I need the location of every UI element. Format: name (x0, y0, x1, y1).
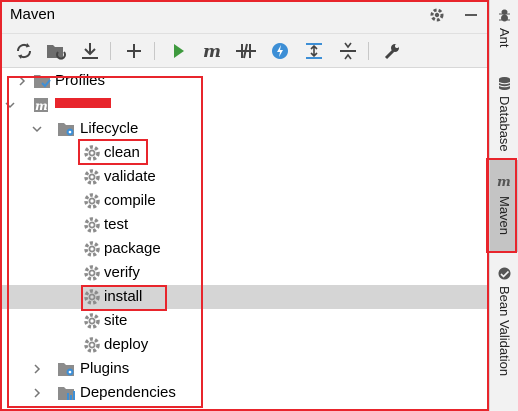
gear-icon (84, 265, 100, 281)
side-tab-label: Database (497, 96, 512, 152)
tree-label-plugins: Plugins (80, 360, 130, 377)
phase-label: site (104, 312, 128, 329)
tool-window-header: Maven (0, 0, 489, 34)
dependencies-folder-icon (58, 387, 75, 400)
phase-install[interactable]: install (0, 285, 489, 309)
toggle-offline-icon[interactable] (234, 40, 258, 62)
gear-icon[interactable] (426, 6, 448, 28)
phase-package[interactable]: package (0, 237, 489, 261)
gear-icon (84, 241, 100, 257)
add-icon[interactable] (122, 40, 146, 62)
phase-label: verify (104, 264, 140, 281)
tree-label-dependencies: Dependencies (80, 384, 176, 401)
lifecycle-folder-icon (58, 123, 74, 136)
run-icon[interactable] (166, 40, 190, 62)
tree-row-plugins[interactable]: Plugins (0, 357, 489, 381)
gear-icon (84, 169, 100, 185)
tree-label-profiles: Profiles (55, 72, 106, 89)
side-tab-label: Maven (497, 196, 512, 236)
side-tab-maven[interactable]: m Maven (490, 160, 518, 252)
side-tab-bean-validation[interactable]: Bean Validation (490, 262, 518, 382)
tree-label-lifecycle: Lifecycle (80, 120, 139, 137)
plugins-folder-icon (58, 363, 74, 376)
redaction-bar (55, 98, 111, 108)
gear-icon (84, 313, 100, 329)
phase-label: install (104, 288, 143, 305)
side-tab-database[interactable]: Database (490, 72, 518, 158)
tool-window-title: Maven (10, 6, 56, 23)
generate-sources-icon[interactable] (44, 40, 68, 62)
phase-deploy[interactable]: deploy (0, 333, 489, 357)
phase-label: test (104, 216, 129, 233)
chevron-right-icon[interactable] (31, 387, 43, 399)
gear-icon (84, 289, 100, 305)
gear-icon (84, 217, 100, 233)
execute-goal-icon[interactable]: m (200, 40, 224, 62)
gear-icon (84, 145, 100, 161)
download-icon[interactable] (78, 40, 102, 62)
side-tool-stripe: Ant Database m Maven Bean Validation (489, 0, 518, 411)
phase-clean[interactable]: clean (0, 141, 489, 165)
svg-text:m: m (35, 99, 48, 113)
chevron-right-icon[interactable] (16, 75, 28, 87)
phase-label: validate (104, 168, 156, 185)
maven-tool-window: Maven m Profiles m Lifecycle clean valid… (0, 0, 518, 411)
phase-verify[interactable]: verify (0, 261, 489, 285)
tree-row-profiles[interactable]: Profiles (0, 69, 489, 93)
chevron-down-icon[interactable] (4, 99, 16, 111)
minimize-icon[interactable] (460, 6, 482, 28)
side-tab-label: Ant (497, 28, 512, 48)
phase-compile[interactable]: compile (0, 189, 489, 213)
svg-text:m: m (497, 175, 511, 189)
profiles-folder-icon (34, 75, 51, 88)
tree-row-lifecycle[interactable]: Lifecycle (0, 117, 489, 141)
phase-site[interactable]: site (0, 309, 489, 333)
show-dependencies-icon[interactable] (302, 40, 326, 62)
phase-label: deploy (104, 336, 149, 353)
maven-project-icon: m (34, 98, 48, 113)
maven-projects-tree: Profiles m Lifecycle clean validate comp… (0, 69, 489, 411)
ant-icon (499, 9, 510, 22)
settings-wrench-icon[interactable] (380, 40, 404, 62)
side-tab-label: Bean Validation (497, 286, 512, 377)
tree-row-dependencies[interactable]: Dependencies (0, 381, 489, 405)
svg-text:m: m (203, 42, 221, 62)
bean-validation-icon (498, 267, 511, 280)
phase-label: clean (104, 144, 140, 161)
gear-icon (84, 193, 100, 209)
phase-test[interactable]: test (0, 213, 489, 237)
gear-icon (84, 337, 100, 353)
phase-label: compile (104, 192, 156, 209)
reload-icon[interactable] (12, 40, 36, 62)
chevron-right-icon[interactable] (31, 363, 43, 375)
collapse-all-icon[interactable] (336, 40, 360, 62)
chevron-down-icon[interactable] (31, 123, 43, 135)
side-tab-ant[interactable]: Ant (490, 4, 518, 70)
skip-tests-icon[interactable] (268, 40, 292, 62)
maven-toolbar: m (0, 34, 489, 68)
maven-icon: m (497, 175, 511, 189)
phase-validate[interactable]: validate (0, 165, 489, 189)
phase-label: package (104, 240, 161, 257)
database-icon (498, 77, 511, 90)
